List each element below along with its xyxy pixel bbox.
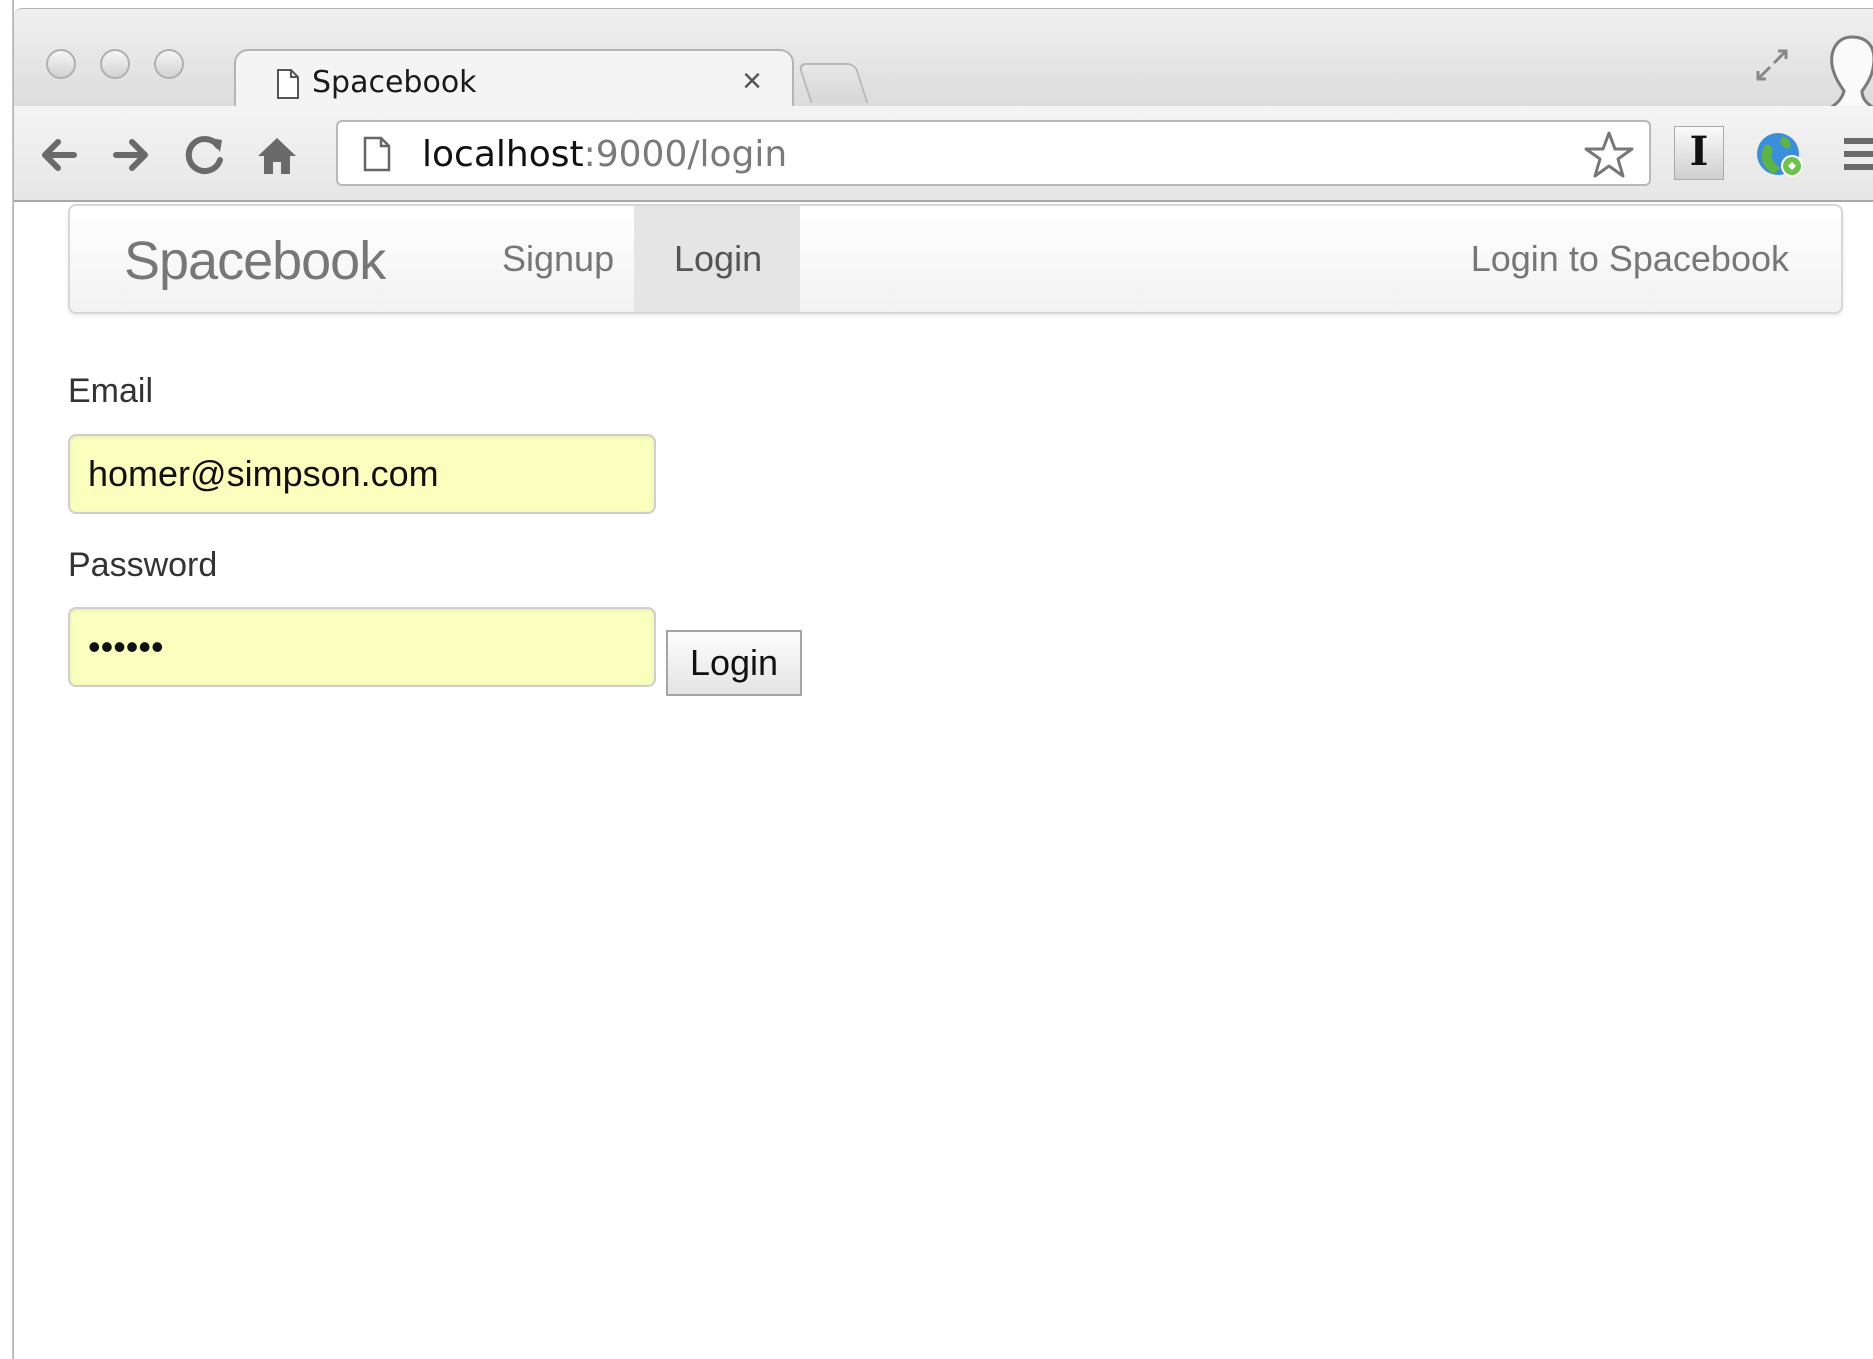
home-icon[interactable] xyxy=(252,130,302,180)
nav-item-login[interactable]: Login xyxy=(634,206,801,312)
brand-logo[interactable]: Spacebook xyxy=(124,230,386,292)
fullscreen-icon[interactable] xyxy=(1752,45,1792,85)
forward-arrow-icon[interactable] xyxy=(106,130,156,180)
url-host: localhost xyxy=(422,134,584,175)
reload-icon[interactable] xyxy=(180,130,230,180)
page-icon xyxy=(363,136,391,172)
back-arrow-icon[interactable] xyxy=(34,130,84,180)
minimize-window-button[interactable] xyxy=(100,49,130,79)
password-field[interactable] xyxy=(68,607,656,687)
zoom-window-button[interactable] xyxy=(154,49,184,79)
browser-toolbar: localhost:9000/login I xyxy=(14,106,1873,202)
tab-title: Spacebook xyxy=(312,65,477,100)
menu-icon[interactable] xyxy=(1842,132,1873,176)
email-field[interactable] xyxy=(68,434,656,514)
site-navbar: Spacebook Signup Login Login to Spaceboo… xyxy=(68,204,1843,314)
login-submit-button[interactable]: Login xyxy=(666,630,802,696)
new-tab-button[interactable] xyxy=(797,63,869,103)
extension-i-icon[interactable]: I xyxy=(1674,126,1724,180)
browser-titlebar: Spacebook × xyxy=(14,8,1873,117)
url-path: :9000/login xyxy=(583,134,788,175)
bookmark-star-icon[interactable] xyxy=(1583,130,1635,180)
password-label: Password xyxy=(68,546,218,584)
email-label: Email xyxy=(68,372,154,410)
tab-close-icon[interactable]: × xyxy=(742,63,762,99)
window-edge xyxy=(0,0,14,1359)
profile-avatar-icon[interactable] xyxy=(1822,33,1873,113)
globe-extension-icon[interactable] xyxy=(1754,128,1806,180)
url-text[interactable]: localhost:9000/login xyxy=(422,134,787,175)
nav-item-signup[interactable]: Signup xyxy=(462,206,652,312)
navbar-right-text: Login to Spacebook xyxy=(1470,238,1789,279)
close-window-button[interactable] xyxy=(46,49,76,79)
document-icon xyxy=(277,69,299,99)
address-bar[interactable]: localhost:9000/login xyxy=(336,120,1651,186)
